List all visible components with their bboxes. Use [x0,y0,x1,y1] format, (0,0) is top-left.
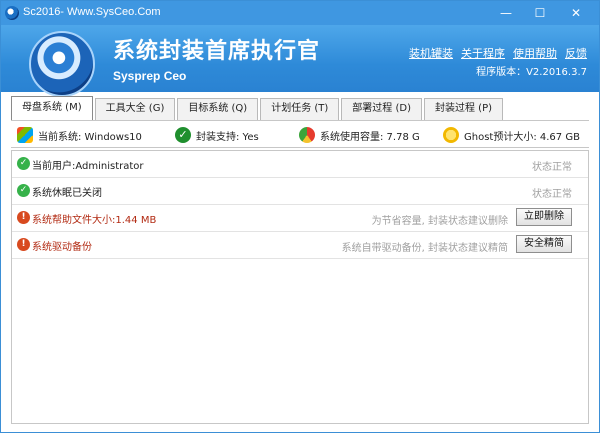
app-subtitle: Sysprep Ceo [113,69,187,83]
delete-now-button[interactable]: 立即删除 [516,208,572,226]
item-label: 系统帮助文件大小:1.44 MB [32,215,157,226]
tab-scheduled-tasks[interactable]: 计划任务 (T) [260,98,340,120]
warning-status-icon: ! [17,211,30,224]
tab-bar: 母盘系统 (M) 工具大全 (G) 目标系统 (Q) 计划任务 (T) 部署过程… [11,96,503,120]
list-item: ! 系统驱动备份 系统自带驱动备份, 封装状态建议精简 安全精简 [12,232,588,259]
app-title: 系统封装首席执行官 [113,39,321,64]
app-icon [5,6,19,20]
ok-status-icon: ✓ [17,157,30,170]
info-ghost-text: Ghost预计大小: 4.67 GB [464,131,580,143]
list-item: ! 系统帮助文件大小:1.44 MB 为节省容量, 封装状态建议删除 立即删除 [12,205,588,232]
info-os-text: 当前系统: Windows10 [38,131,142,143]
link-help[interactable]: 使用帮助 [513,45,557,61]
window-title: Sc2016- Www.SysCeo.Com [23,6,161,18]
item-label: 系统驱动备份 [32,242,92,253]
item-note: 系统自带驱动备份, 封装状态建议精简 [341,243,508,254]
system-info-bar: 当前系统: Windows10 ✓ 封装支持: Yes 系统使用容量: 7.78… [11,120,589,148]
logo-icon [29,31,95,97]
ghost-icon [443,127,459,143]
item-status: 状态正常 [532,162,572,173]
status-list: ✓ 当前用户:Administrator 状态正常 ✓ 系统休眠已关闭 状态正常… [11,150,589,424]
item-label: 系统休眠已关闭 [32,188,102,199]
info-support-text: 封装支持: Yes [196,131,259,143]
check-circle-icon: ✓ [175,127,191,143]
info-disk: 系统使用容量: 7.78 G [299,121,420,149]
item-note: 为节省容量, 封装状态建议删除 [371,216,508,227]
title-bar: Sc2016- Www.SysCeo.Com — ☐ ✕ [1,1,599,25]
tab-package-process[interactable]: 封装过程 (P) [423,98,503,120]
list-item: ✓ 当前用户:Administrator 状态正常 [12,151,588,178]
info-ghost: Ghost预计大小: 4.67 GB [443,121,580,149]
disk-usage-icon [299,127,315,143]
item-status: 状态正常 [532,189,572,200]
app-window: Sc2016- Www.SysCeo.Com — ☐ ✕ 系统封装首席执行官 S… [0,0,600,433]
link-feedback[interactable]: 反馈 [565,45,587,61]
version-label: 程序版本：V2.2016.3.7 [476,67,587,78]
list-item: ✓ 系统休眠已关闭 状态正常 [12,178,588,205]
tab-target-system[interactable]: 目标系统 (Q) [177,98,259,120]
info-disk-text: 系统使用容量: 7.78 G [320,131,420,143]
header-banner: 系统封装首席执行官 Sysprep Ceo 装机罐装 关于程序 使用帮助 反馈 … [1,25,599,97]
item-label: 当前用户:Administrator [32,161,144,172]
tab-master-system[interactable]: 母盘系统 (M) [11,96,93,120]
link-about[interactable]: 关于程序 [461,45,505,61]
safe-trim-button[interactable]: 安全精简 [516,235,572,253]
ok-status-icon: ✓ [17,184,30,197]
tab-deploy-process[interactable]: 部署过程 (D) [341,98,422,120]
minimize-button[interactable]: — [489,1,523,25]
windows-logo-icon [17,127,33,143]
close-button[interactable]: ✕ [559,1,593,25]
maximize-button[interactable]: ☐ [523,1,557,25]
header-links: 装机罐装 关于程序 使用帮助 反馈 [409,45,587,61]
warning-status-icon: ! [17,238,30,251]
info-os: 当前系统: Windows10 [17,121,142,149]
tab-tools[interactable]: 工具大全 (G) [94,98,176,120]
link-install[interactable]: 装机罐装 [409,45,453,61]
info-support: ✓ 封装支持: Yes [175,121,259,149]
